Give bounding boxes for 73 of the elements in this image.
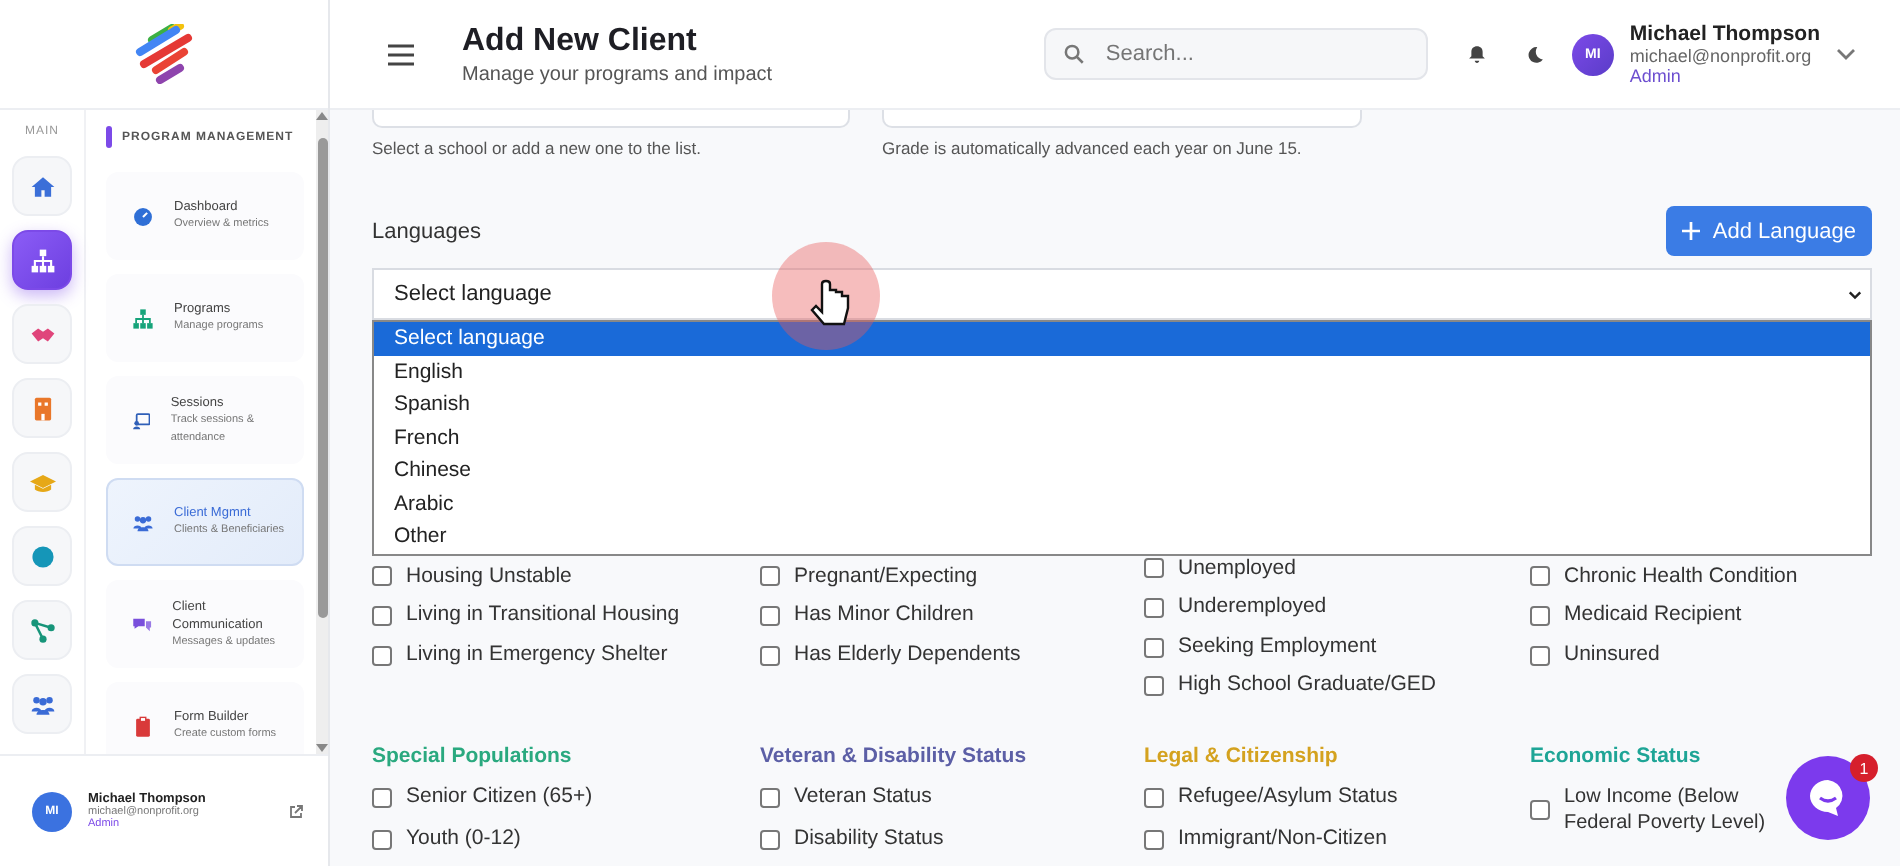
group-heading: Economic Status [1530, 744, 1701, 769]
dropdown-option[interactable]: French [374, 421, 1870, 454]
users-icon [29, 691, 55, 717]
checkbox-option[interactable]: Veteran Status [760, 784, 1144, 812]
users-icon [132, 511, 154, 533]
scroll-up-icon[interactable] [316, 110, 328, 122]
graduation-cap-icon [29, 469, 55, 495]
text-field[interactable] [882, 110, 1362, 128]
chevron-down-icon[interactable] [1836, 48, 1856, 60]
external-link-icon[interactable] [288, 803, 304, 819]
checkbox-option[interactable]: Seeking Employment [1144, 633, 1530, 661]
gauge-icon [132, 205, 154, 227]
building-icon [29, 395, 55, 421]
home-icon [29, 173, 55, 199]
helper-text: Select a school or add a new one to the list. [372, 138, 703, 158]
checkbox-option[interactable]: Senior Citizen (65+) [372, 784, 760, 812]
group-heading: Special Populations [372, 744, 572, 769]
group-heading: Veteran & Disability Status [760, 744, 1027, 769]
scroll-down-icon[interactable] [316, 742, 328, 754]
plus-icon [1682, 222, 1701, 240]
checkbox-option[interactable]: Refugee/Asylum Status [1144, 784, 1530, 812]
moon-icon [1525, 45, 1544, 63]
rail-button[interactable] [12, 230, 72, 290]
org-chart-icon [29, 247, 55, 273]
checkbox-option[interactable]: Uninsured [1530, 641, 1872, 669]
scrollbar-thumb[interactable] [317, 138, 327, 618]
chat-button[interactable] [1786, 756, 1870, 840]
page-subtitle: Manage your programs and impact [462, 63, 775, 85]
add-language-button[interactable]: Add Language [1666, 206, 1872, 256]
checkbox-option[interactable]: Chronic Health Condition [1530, 563, 1872, 591]
checkbox-option[interactable]: Has Minor Children [760, 602, 1144, 630]
dropdown-option[interactable]: English [374, 355, 1870, 388]
checkbox-option[interactable]: Living in Transitional Housing [372, 602, 760, 630]
group-heading: Legal & Citizenship [1144, 744, 1338, 769]
presentation-icon [132, 409, 151, 431]
dropdown-option[interactable]: Other [374, 520, 1870, 553]
network-icon [29, 617, 55, 643]
clipboard-icon [132, 715, 154, 737]
dropdown-option[interactable]: Arabic [374, 487, 1870, 520]
helper-text: Grade is automatically advanced each year on June 15. [882, 138, 1304, 158]
checkbox-option[interactable]: Housing Unstable [372, 563, 760, 591]
menu-icon [388, 43, 414, 65]
user-name: Michael Thompson [1629, 22, 1820, 46]
dropdown-option[interactable]: Spanish [374, 388, 1870, 421]
org-chart-icon [132, 307, 154, 329]
checkbox-option[interactable]: Immigrant/Non-Citizen [1144, 825, 1530, 853]
search-field[interactable]: Search... [1043, 28, 1428, 80]
checkbox-option[interactable]: Living in Emergency Shelter [372, 641, 760, 669]
checkbox-option[interactable]: High School Graduate/GED [1144, 672, 1530, 701]
field-label: Languages [372, 219, 481, 243]
page-title: Add New Client [462, 23, 699, 59]
text-field[interactable] [372, 110, 850, 128]
chevron-down-icon [1848, 289, 1862, 299]
checkbox-option[interactable]: Disability Status [760, 825, 1144, 853]
user-email: michael@nonprofit.org [1629, 46, 1814, 66]
checkbox-option[interactable]: Has Elderly Dependents [760, 641, 1144, 669]
dropdown-option[interactable]: Chinese [374, 454, 1870, 487]
checkbox-option[interactable]: Unemployed [1144, 555, 1530, 583]
notification-badge: 1 [1850, 754, 1878, 782]
checkbox-option[interactable]: Medicaid Recipient [1530, 602, 1872, 630]
circle-icon [29, 543, 55, 569]
checkbox-option[interactable]: Underemployed [1144, 594, 1530, 622]
logo-icon [132, 24, 196, 84]
user-role: Admin [1629, 66, 1683, 86]
menu-button[interactable] [388, 43, 414, 65]
dropdown-option[interactable]: Select language [374, 322, 1870, 355]
bell-icon [1467, 44, 1486, 64]
checkbox-option[interactable]: Pregnant/Expecting [760, 563, 1144, 591]
checkbox-option[interactable]: Youth (0-12) [372, 825, 760, 853]
language-select[interactable]: Select language [372, 268, 1872, 320]
checkbox-option[interactable]: Low Income (Below Federal Poverty Level) [1530, 784, 1872, 837]
search-icon [1063, 44, 1084, 64]
chat-icon [132, 613, 153, 635]
